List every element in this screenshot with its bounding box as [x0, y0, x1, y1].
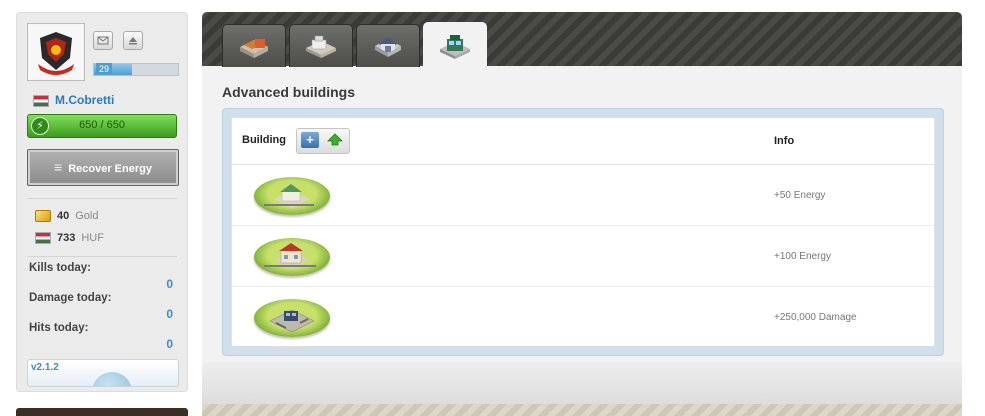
hungary-flag-icon — [33, 94, 49, 107]
plus-icon: + — [306, 132, 314, 147]
decorative-ground — [202, 362, 962, 416]
hits-today-value: 0 — [166, 337, 173, 351]
building-info: +50 Energy — [774, 190, 826, 201]
experience-bar: 29 — [93, 63, 179, 76]
upgrade-button[interactable] — [326, 132, 344, 148]
building-tabs — [202, 12, 962, 67]
storage-building-icon — [375, 37, 401, 57]
player-sidebar: 29 M.Cobretti ⚡ 650 / 650 ≡ Recover Energ… — [16, 12, 188, 392]
column-header-building: Building — [242, 134, 286, 146]
tab-advanced-buildings[interactable] — [423, 22, 487, 67]
house-red-roof-icon — [264, 243, 316, 269]
factory-building-icon — [306, 35, 336, 58]
column-header-info: Info — [774, 135, 795, 147]
divider — [27, 256, 177, 257]
hits-today-label: Hits today: — [29, 322, 89, 334]
recover-energy-button[interactable]: ≡ Recover Energy — [27, 149, 179, 186]
damage-today-value: 0 — [166, 307, 173, 321]
advanced-building-icon — [440, 35, 470, 59]
buildings-table-frame: Building + Info +50 Energy +100 Energy +… — [222, 108, 944, 356]
player-name-link[interactable]: M.Cobretti — [55, 93, 114, 107]
building-image — [254, 177, 330, 215]
version-banner[interactable]: v2.1.2 — [27, 359, 179, 387]
gold-balance: 40 Gold — [35, 210, 99, 223]
table-row[interactable]: +50 Energy — [232, 165, 934, 226]
military-base-icon — [269, 309, 315, 333]
building-sort-controls: + — [296, 128, 350, 154]
kills-today-label: Kills today: — [29, 262, 91, 274]
building-info: +250,000 Damage — [774, 312, 857, 323]
food-bread-icon: ≡ — [54, 159, 63, 175]
energy-value: 650 / 650 — [79, 119, 125, 131]
plus-button[interactable]: + — [301, 132, 319, 148]
decorative-stripe — [202, 404, 962, 416]
currency-amount: 733 — [57, 232, 76, 244]
buildings-panel: Advanced buildings Building + Info +50 E… — [202, 12, 962, 416]
hungary-currency-flag-icon — [35, 232, 51, 245]
player-avatar[interactable] — [27, 23, 85, 81]
version-label: v2.1.2 — [31, 362, 59, 373]
section-title: Advanced buildings — [222, 84, 356, 100]
tab-shop-buildings[interactable] — [222, 24, 286, 67]
tab-factory-buildings[interactable] — [289, 24, 353, 67]
kills-today-value: 0 — [166, 277, 173, 291]
gold-amount: 40 — [57, 210, 70, 222]
damage-today-label: Damage today: — [29, 292, 112, 304]
sidebar-bottom-widget — [16, 408, 188, 416]
currency-balance: 733 HUF — [35, 232, 104, 245]
eject-icon — [129, 37, 137, 45]
buildings-table: Building + Info +50 Energy +100 Energy +… — [231, 117, 935, 347]
avatar-emblem-icon — [30, 26, 82, 78]
level-number: 29 — [96, 63, 112, 75]
table-row[interactable]: +100 Energy — [232, 226, 934, 287]
house-green-roof-icon — [264, 184, 314, 208]
table-header: Building + Info — [232, 118, 934, 165]
table-row[interactable]: +250,000 Damage — [232, 287, 934, 347]
logout-button[interactable] — [123, 31, 143, 50]
tab-storage-buildings[interactable] — [356, 24, 420, 67]
recover-energy-label: Recover Energy — [68, 163, 152, 175]
divider — [27, 198, 177, 199]
building-image — [254, 238, 330, 276]
energy-bar: ⚡ 650 / 650 — [27, 114, 177, 138]
gold-unit: Gold — [75, 210, 99, 222]
planet-icon — [92, 372, 132, 386]
currency-unit: HUF — [81, 232, 104, 244]
messages-button[interactable] — [93, 31, 113, 50]
shop-building-icon — [240, 39, 268, 58]
gold-bar-icon — [35, 210, 51, 223]
player-name-row: M.Cobretti — [33, 93, 114, 107]
building-info: +100 Energy — [774, 251, 831, 262]
envelope-icon — [97, 36, 109, 45]
upgrade-arrow-icon — [327, 133, 343, 146]
building-image — [254, 299, 330, 337]
